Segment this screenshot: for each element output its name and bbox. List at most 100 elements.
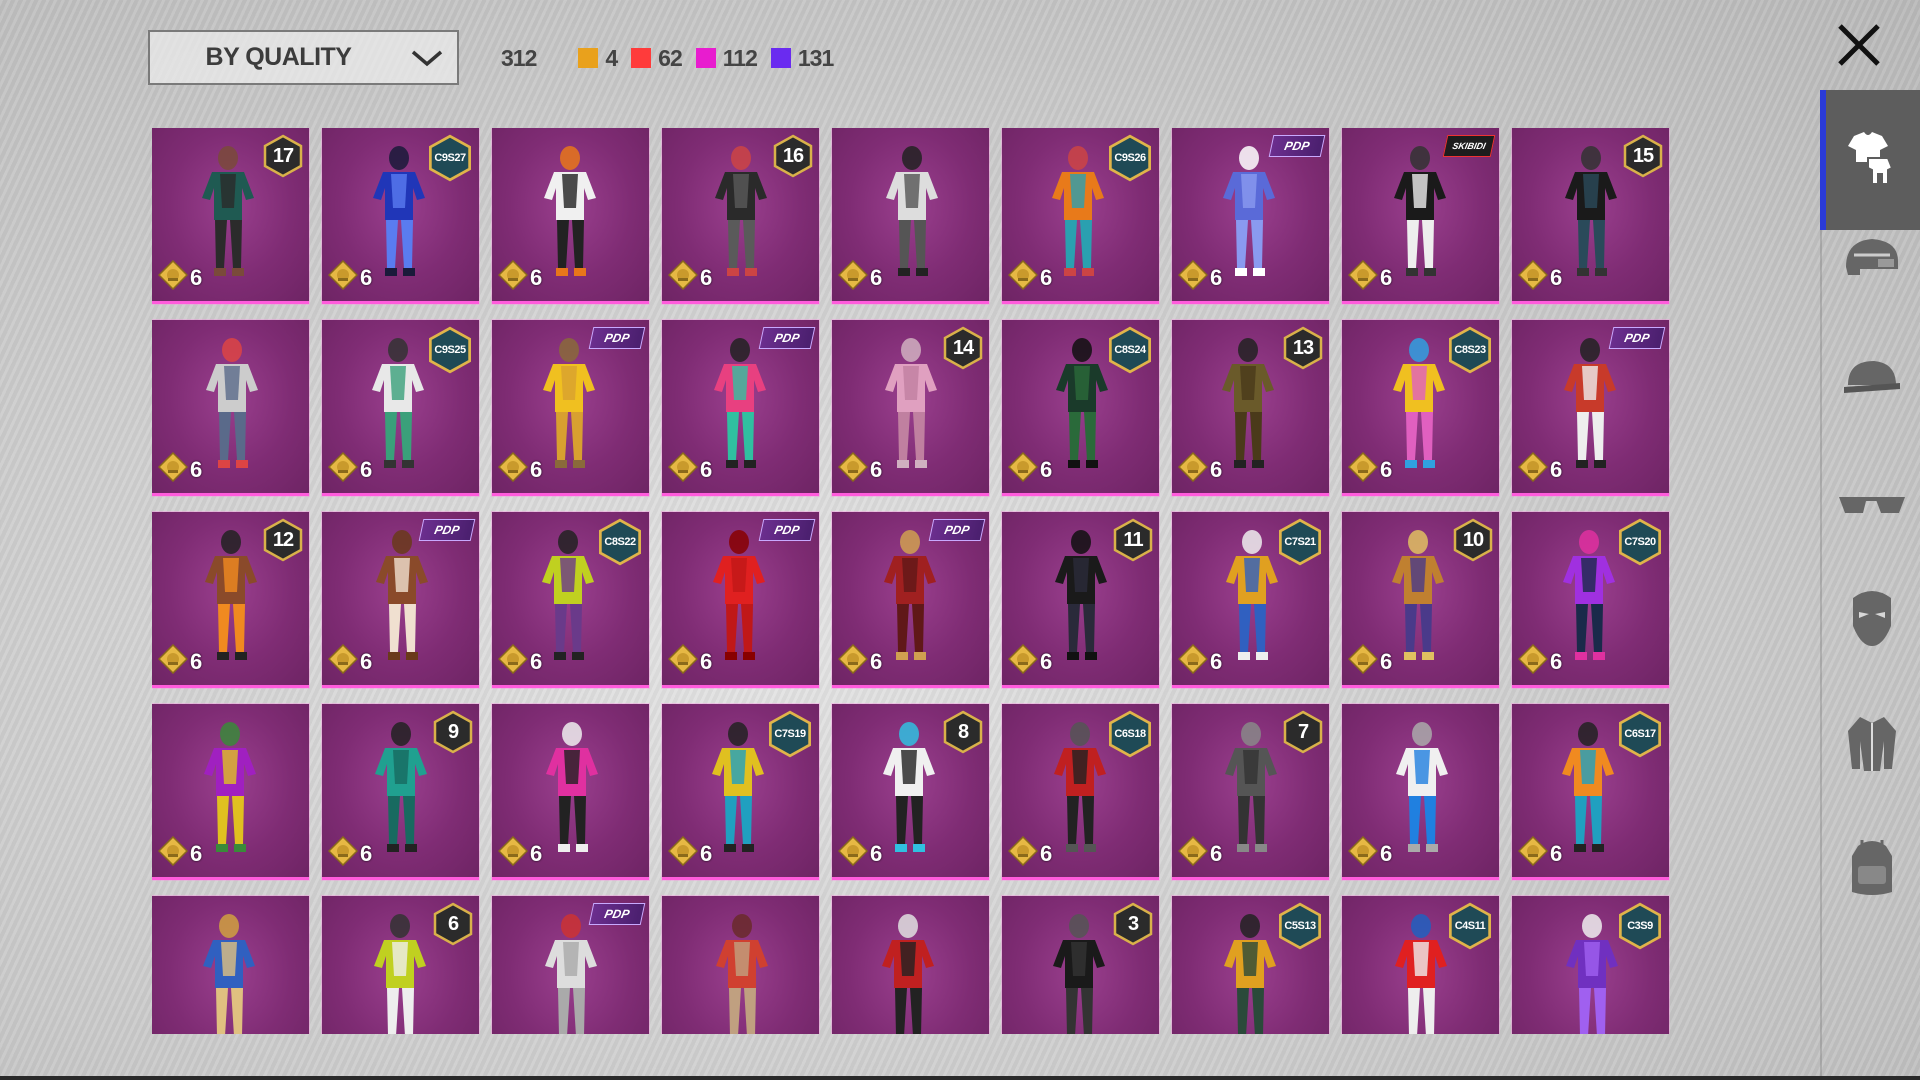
item-value: 6: [1177, 643, 1222, 679]
outfit-card[interactable]: 3: [1001, 895, 1160, 1034]
collab-badge: PDP: [1268, 135, 1326, 157]
quality-count-3: 131: [770, 44, 834, 72]
level-badge: 6: [433, 902, 473, 946]
item-value: 6: [1347, 643, 1392, 679]
sidebar-tab-jacket[interactable]: [1822, 685, 1920, 805]
item-value: 6: [667, 835, 712, 871]
sidebar-tab-cap[interactable]: [1822, 320, 1920, 440]
item-value-number: 6: [190, 264, 203, 290]
coin-icon: [497, 835, 529, 871]
outfit-card[interactable]: C9S27 6: [321, 128, 480, 305]
outfit-card[interactable]: PDP: [491, 895, 650, 1034]
item-value-number: 6: [700, 648, 713, 674]
season-badge: C3S9: [1617, 902, 1663, 950]
outfit-card[interactable]: PDP 6: [491, 319, 650, 497]
outfit-card[interactable]: C8S22 6: [491, 511, 650, 689]
coin-icon: [157, 835, 189, 871]
item-value-number: 6: [1550, 840, 1563, 866]
item-value: 6: [327, 643, 372, 679]
outfit-card[interactable]: C9S26 6: [1001, 128, 1160, 305]
coin-icon: [497, 643, 529, 679]
outfit-card[interactable]: 6: [491, 703, 650, 881]
outfit-card[interactable]: 15 6: [1511, 128, 1670, 305]
sidebar-tab-helmet[interactable]: [1822, 200, 1920, 320]
item-value: 6: [1007, 643, 1052, 679]
outfit-card[interactable]: C5S13: [1171, 895, 1330, 1034]
level-badge-text: 11: [1123, 528, 1143, 551]
outfit-card[interactable]: 14 6: [831, 319, 990, 497]
close-button[interactable]: [1834, 20, 1884, 70]
outfit-card[interactable]: C8S24 6: [1001, 319, 1160, 497]
coin-icon: [497, 259, 529, 295]
outfit-card[interactable]: C3S9: [1511, 895, 1670, 1034]
outfit-card[interactable]: C7S19 6: [661, 703, 820, 881]
item-value: 6: [1007, 259, 1052, 295]
outfit-card[interactable]: PDP 6: [1511, 319, 1670, 497]
outfit-card[interactable]: 6: [152, 703, 310, 881]
item-value: 6: [1517, 259, 1562, 295]
outfit-card[interactable]: C8S23 6: [1341, 319, 1500, 497]
item-value: 6: [1517, 835, 1563, 871]
outfit-card[interactable]: C7S21 6: [1171, 511, 1330, 689]
item-value: 6: [667, 643, 713, 679]
sidebar-tab-backpack[interactable]: [1822, 810, 1920, 930]
outfit-card[interactable]: [661, 895, 820, 1034]
outfit-card[interactable]: 76: [1171, 703, 1330, 881]
outfit-card[interactable]: [831, 895, 990, 1034]
item-value: 6: [1347, 259, 1392, 295]
level-badge-text: 15: [1632, 144, 1654, 167]
outfit-card[interactable]: 16 6: [661, 128, 820, 305]
season-badge: C6S18: [1107, 710, 1153, 758]
sidebar-tab-mask[interactable]: [1822, 560, 1920, 680]
season-badge: C8S23: [1447, 326, 1493, 374]
category-sidebar: [1820, 90, 1920, 1080]
level-badge: 16: [773, 134, 813, 178]
outfit-figure: [203, 914, 255, 1034]
outfit-card[interactable]: C9S25 6: [321, 319, 480, 497]
outfit-card[interactable]: [152, 895, 310, 1034]
outfit-card[interactable]: 17 6: [152, 128, 310, 305]
coin-icon: [837, 259, 869, 295]
season-badge: C5S13: [1277, 902, 1323, 950]
level-badge: 7: [1283, 710, 1323, 754]
outfit-card[interactable]: 12 6: [152, 511, 310, 689]
item-value-number: 6: [1550, 456, 1563, 482]
quality-count-value: 131: [797, 44, 834, 71]
item-value: 6: [1177, 259, 1222, 295]
outfit-card[interactable]: PDP 6: [1171, 128, 1330, 305]
outfit-card[interactable]: PDP 6: [321, 511, 480, 689]
outfit-card[interactable]: C6S17 6: [1511, 703, 1670, 881]
outfit-card[interactable]: 11 6: [1001, 511, 1160, 689]
outfit-card[interactable]: PDP 6: [661, 319, 820, 497]
outfit-figure: [716, 914, 768, 1034]
outfit-card[interactable]: 6: [831, 128, 990, 305]
item-value-number: 6: [190, 840, 203, 866]
item-value: 6: [837, 451, 882, 487]
item-value: 6: [157, 259, 203, 295]
outfit-card[interactable]: PDP 6: [831, 511, 990, 689]
outfit-card[interactable]: 6: [491, 128, 650, 305]
item-value-number: 6: [1210, 840, 1223, 866]
outfit-card[interactable]: 6: [321, 895, 480, 1034]
outfit-card[interactable]: 13 6: [1171, 319, 1330, 497]
season-badge-text: C3S9: [1627, 920, 1653, 932]
level-badge: 14: [943, 326, 983, 370]
outfit-card[interactable]: 86: [831, 703, 990, 881]
outfit-card[interactable]: 6: [1341, 703, 1500, 881]
item-value: 6: [497, 835, 542, 871]
item-value: 6: [837, 835, 882, 871]
outfit-card[interactable]: C4S11: [1341, 895, 1500, 1034]
outfit-card[interactable]: SKIBIDI 6: [1341, 128, 1500, 305]
outfit-card[interactable]: 10 6: [1341, 511, 1500, 689]
level-badge-text: 16: [782, 144, 804, 167]
item-value: 6: [497, 451, 542, 487]
coin-icon: [157, 451, 189, 487]
outfit-card[interactable]: 6: [152, 319, 310, 497]
sort-dropdown[interactable]: BY QUALITY: [148, 30, 459, 85]
outfit-card[interactable]: C7S20 6: [1511, 511, 1670, 689]
outfit-card[interactable]: PDP 6: [661, 511, 820, 689]
outfit-card[interactable]: 96: [321, 703, 480, 881]
outfit-card[interactable]: C6S18 6: [1001, 703, 1160, 881]
coin-icon: [667, 835, 699, 871]
sidebar-tab-glasses[interactable]: [1822, 445, 1920, 565]
